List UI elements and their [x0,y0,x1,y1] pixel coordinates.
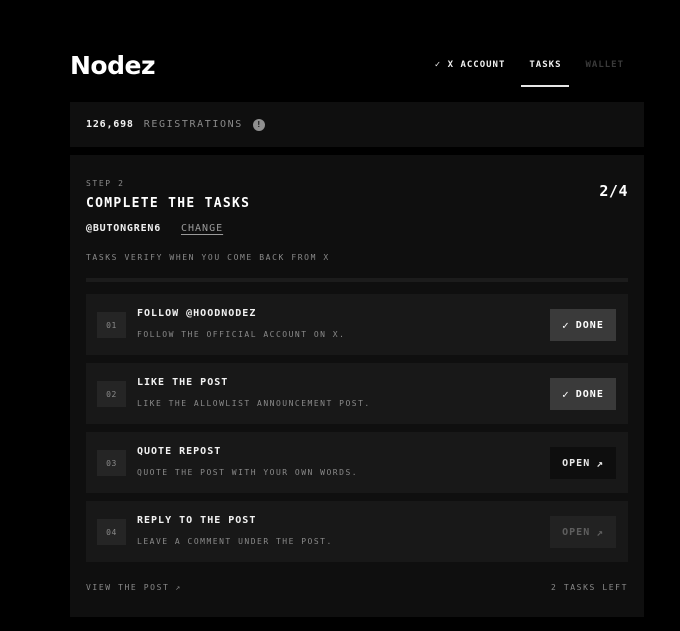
page: Nodez ✓ X ACCOUNT TASKS WALLET 126,698 R… [70,0,644,617]
check-icon: ✓ [434,60,442,70]
task-description: LIKE THE ALLOWLIST ANNOUNCEMENT POST. [137,399,371,408]
step-label: STEP 2 [86,179,125,188]
task-progress: 2/4 [599,182,628,200]
task-title: LIKE THE POST [137,377,229,388]
task-number: 02 [97,381,126,407]
info-icon[interactable]: ! [252,118,265,131]
arrow-up-right-icon: ↗ [175,583,182,592]
task-title: QUOTE REPOST [137,446,222,457]
task-row-02: 02 LIKE THE POST LIKE THE ALLOWLIST ANNO… [86,363,628,424]
registrations-count: 126,698 [86,119,134,130]
nav-wallet: WALLET [585,60,624,70]
task-description: QUOTE THE POST WITH YOUR OWN WORDS. [137,468,359,477]
task-number: 03 [97,450,126,476]
task-done-button[interactable]: ✓ DONE [550,378,616,410]
check-icon: ✓ [562,387,570,401]
divider [86,278,628,282]
task-row-03: 03 QUOTE REPOST QUOTE THE POST WITH YOUR… [86,432,628,493]
view-post-label: VIEW THE POST [86,583,170,592]
top-nav: ✓ X ACCOUNT TASKS WALLET [423,59,636,87]
task-done-button[interactable]: ✓ DONE [550,309,616,341]
task-number: 04 [97,519,126,545]
change-handle-link[interactable]: CHANGE [181,223,223,234]
nav-x-account-label: X ACCOUNT [447,60,506,70]
registrations-bar: 126,698 REGISTRATIONS ! [70,102,644,147]
check-icon: ✓ [562,318,570,332]
arrow-up-right-icon: ↗ [596,456,604,470]
task-button-label: DONE [575,388,604,400]
task-row-01: 01 FOLLOW @HOODNODEZ FOLLOW THE OFFICIAL… [86,294,628,355]
arrow-up-right-icon: ↗ [596,525,604,539]
tasks-card: STEP 2 COMPLETE THE TASKS 2/4 @BUTONGREN… [70,155,644,617]
task-button-label: DONE [575,319,604,331]
task-button-label: OPEN [562,457,591,469]
tasks-left-label: 2 TASKS LEFT [551,583,628,592]
task-description: LEAVE A COMMENT UNDER THE POST. [137,537,333,546]
card-title: COMPLETE THE TASKS [86,196,251,211]
task-list: 01 FOLLOW @HOODNODEZ FOLLOW THE OFFICIAL… [86,294,628,570]
verify-note: TASKS VERIFY WHEN YOU COME BACK FROM X [86,253,330,262]
header: Nodez ✓ X ACCOUNT TASKS WALLET [70,0,644,102]
task-button-label: OPEN [562,526,591,538]
task-number: 01 [97,312,126,338]
task-title: FOLLOW @HOODNODEZ [137,308,257,319]
task-open-button-disabled[interactable]: OPEN ↗ [550,516,616,548]
task-open-button[interactable]: OPEN ↗ [550,447,616,479]
nodez-logo[interactable]: Nodez [70,51,156,81]
user-handle: @BUTONGREN6 [86,223,162,234]
registrations-label: REGISTRATIONS [143,119,243,130]
nav-x-account[interactable]: ✓ X ACCOUNT [423,59,518,71]
tasks-left-count: 2 TASKS LEFT [551,583,628,592]
task-title: REPLY TO THE POST [137,515,257,526]
task-description: FOLLOW THE OFFICIAL ACCOUNT ON X. [137,330,346,339]
task-row-04: 04 REPLY TO THE POST LEAVE A COMMENT UND… [86,501,628,562]
nav-tasks[interactable]: TASKS [517,59,573,87]
view-post-link[interactable]: VIEW THE POST ↗ [86,583,182,592]
